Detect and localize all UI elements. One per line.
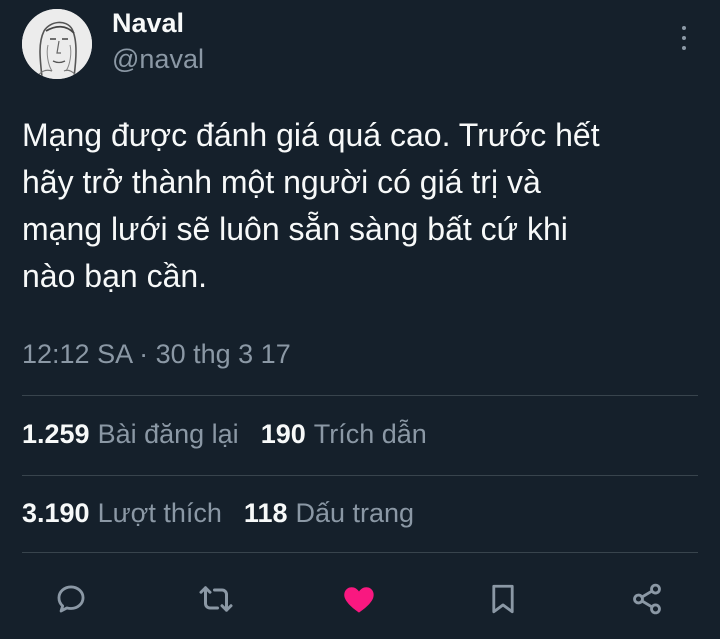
likes-label[interactable]: Lượt thích: [98, 498, 222, 529]
reposts-count[interactable]: 1.259: [22, 419, 90, 450]
bookmarks-label[interactable]: Dấu trang: [295, 498, 414, 529]
reply-button[interactable]: [47, 575, 95, 623]
tweet-text: Mạng được đánh giá quá cao. Trước hết hã…: [22, 117, 600, 294]
avatar[interactable]: [22, 9, 92, 79]
repost-button[interactable]: [192, 575, 240, 623]
repost-icon: [199, 586, 233, 612]
bookmarks-count[interactable]: 118: [244, 498, 288, 529]
more-dot: [682, 26, 686, 30]
tweet-timestamp[interactable]: 12:12 SA · 30 thg 3 17: [22, 339, 291, 370]
action-bar: [0, 575, 720, 623]
author-name[interactable]: Naval: [112, 8, 184, 39]
bookmark-button[interactable]: [479, 575, 527, 623]
reply-icon: [57, 585, 85, 613]
bookmark-icon: [492, 584, 514, 614]
share-button[interactable]: [623, 575, 671, 623]
quotes-count[interactable]: 190: [261, 419, 306, 450]
avatar-sketch-portrait: [22, 9, 92, 79]
more-dot: [682, 36, 686, 40]
reposts-label[interactable]: Bài đăng lại: [98, 419, 239, 450]
like-icon: [344, 587, 374, 613]
more-dot: [682, 46, 686, 50]
quotes-label[interactable]: Trích dẫn: [314, 419, 427, 450]
divider: [22, 552, 698, 553]
author-handle[interactable]: @naval: [112, 44, 204, 75]
divider: [22, 475, 698, 476]
stats-row-likes: 3.190 Lượt thích 118 Dấu trang: [22, 498, 436, 529]
more-options-icon[interactable]: [672, 24, 696, 52]
divider: [22, 395, 698, 396]
stats-row-reposts: 1.259 Bài đăng lại 190 Trích dẫn: [22, 419, 449, 450]
likes-count[interactable]: 3.190: [22, 498, 90, 529]
share-icon: [633, 583, 661, 615]
like-button[interactable]: [335, 575, 383, 623]
